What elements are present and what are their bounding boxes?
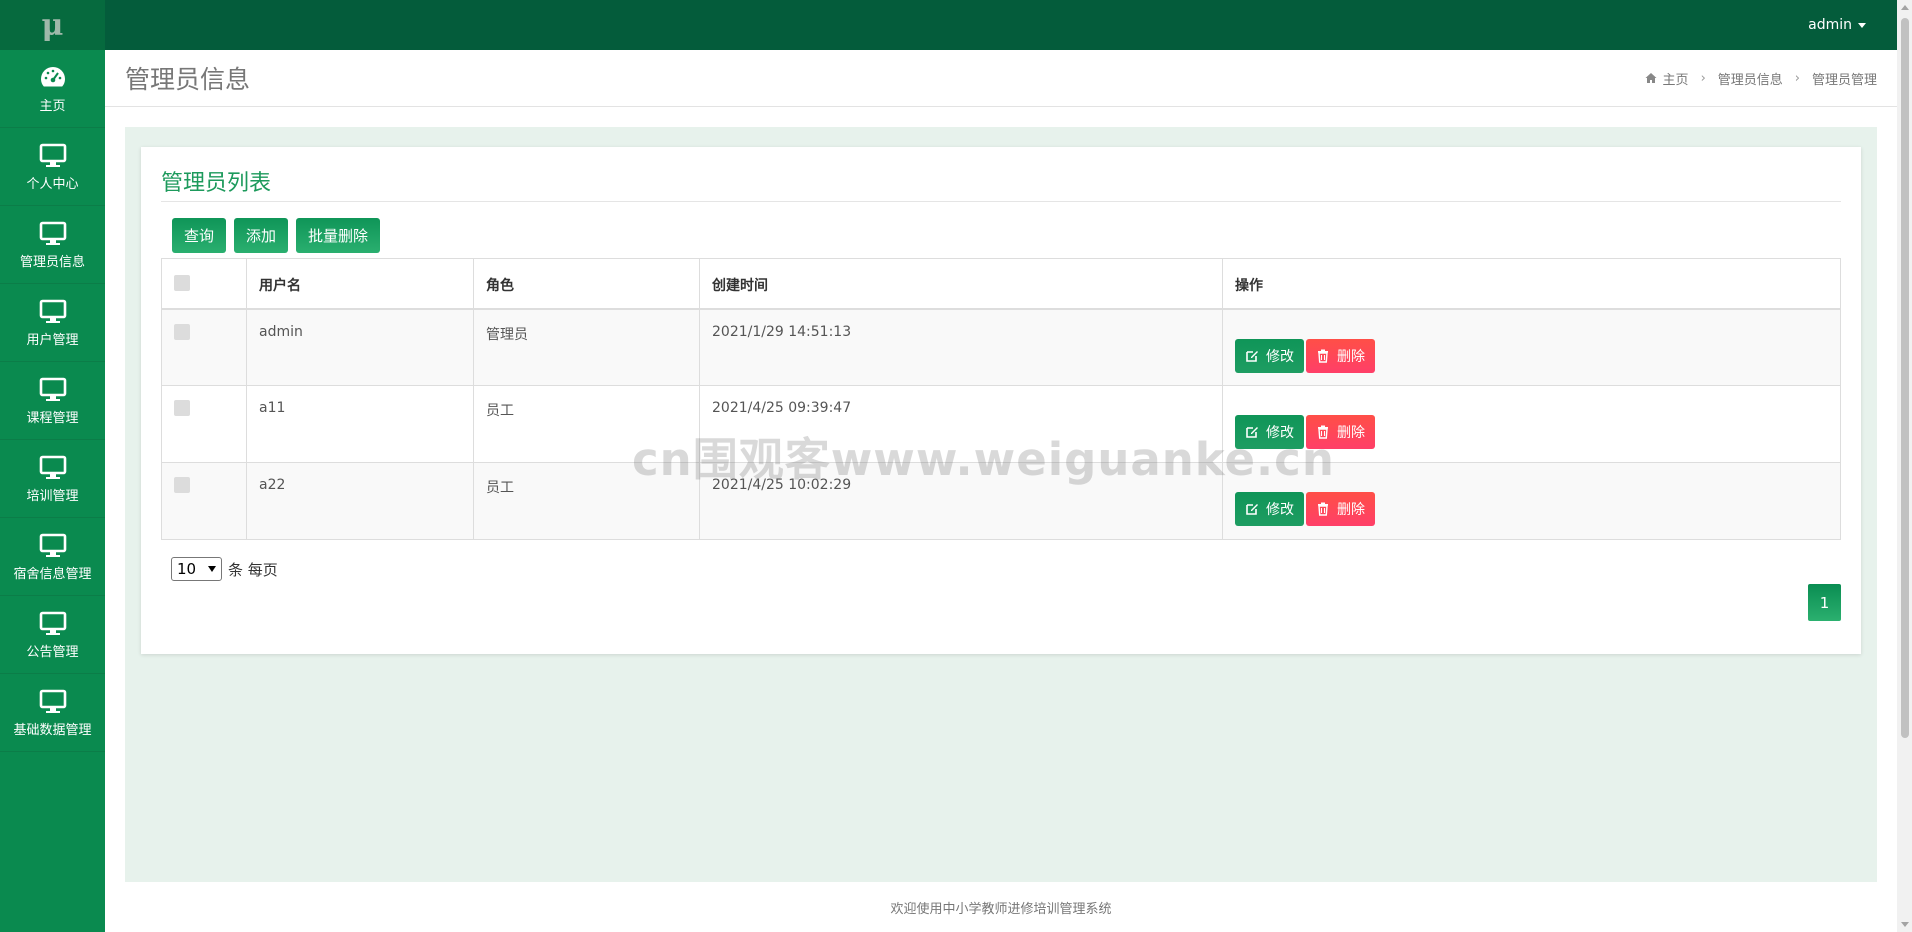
toolbar: 查询 添加 批量删除 xyxy=(172,218,381,253)
delete-label: 删除 xyxy=(1337,348,1365,365)
trash-icon xyxy=(1318,502,1328,516)
monitor-icon xyxy=(39,377,66,401)
page-size-value: 10 xyxy=(177,560,197,578)
delete-label: 删除 xyxy=(1337,502,1365,518)
footer: 欢迎使用中小学教师进修培训管理系统 xyxy=(105,882,1897,932)
sidebar-item-notices[interactable]: 公告管理 xyxy=(0,596,105,674)
admin-list-panel: 管理员列表 查询 添加 批量删除 用户名 角色 创建时间 操作 admin 管理… xyxy=(141,147,1861,654)
page-size-control: 10 条 每页 xyxy=(171,557,278,581)
monitor-icon xyxy=(39,455,66,479)
chevron-right-icon: › xyxy=(1794,70,1800,86)
select-all-checkbox[interactable] xyxy=(174,275,190,291)
row-select-cell xyxy=(161,462,247,540)
edit-button[interactable]: 修改 xyxy=(1235,492,1304,526)
sidebar-item-label: 课程管理 xyxy=(26,411,79,426)
chevron-down-icon xyxy=(208,566,216,572)
cell-role: 管理员 xyxy=(473,308,700,386)
cell-created: 2021/1/29 14:51:13 xyxy=(699,308,1223,386)
row-checkbox[interactable] xyxy=(174,400,190,416)
divider xyxy=(161,201,1841,202)
edit-icon xyxy=(1246,504,1258,515)
page-size-select[interactable]: 10 xyxy=(171,557,222,581)
sidebar-item-label: 宿舍信息管理 xyxy=(13,567,92,582)
sidebar-item-courses[interactable]: 课程管理 xyxy=(0,362,105,440)
scroll-down-icon[interactable] xyxy=(1901,922,1909,927)
monitor-icon xyxy=(39,533,66,557)
column-header-role[interactable]: 角色 xyxy=(473,258,700,310)
pagination-page-1[interactable]: 1 xyxy=(1808,584,1841,621)
user-name: admin xyxy=(1808,17,1852,33)
monitor-icon xyxy=(39,143,66,167)
cell-username: a11 xyxy=(246,385,474,463)
app-logo: μ xyxy=(0,0,105,50)
delete-label: 删除 xyxy=(1337,425,1365,441)
breadcrumb-item-admin-info[interactable]: 管理员信息 xyxy=(1718,69,1783,88)
monitor-icon xyxy=(39,221,66,245)
cell-username: admin xyxy=(246,308,474,386)
row-select-cell xyxy=(161,385,247,463)
delete-button[interactable]: 删除 xyxy=(1306,338,1375,373)
edit-icon xyxy=(1246,350,1258,362)
scrollbar-thumb[interactable] xyxy=(1901,18,1909,738)
column-header-created[interactable]: 创建时间 xyxy=(699,258,1223,310)
cell-actions: 修改 删除 xyxy=(1222,308,1841,386)
table-header-row: 用户名 角色 创建时间 操作 xyxy=(161,258,1841,310)
row-checkbox[interactable] xyxy=(174,477,190,493)
page-title: 管理员信息 xyxy=(125,65,251,94)
sidebar-item-label: 主页 xyxy=(39,99,66,114)
select-all-cell xyxy=(161,258,247,310)
monitor-icon xyxy=(39,689,66,713)
delete-button[interactable]: 删除 xyxy=(1306,492,1375,526)
sidebar-item-dormitory[interactable]: 宿舍信息管理 xyxy=(0,518,105,596)
column-header-username[interactable]: 用户名 xyxy=(246,258,474,310)
cell-username: a22 xyxy=(246,462,474,540)
sidebar-item-base-data[interactable]: 基础数据管理 xyxy=(0,674,105,752)
monitor-icon xyxy=(39,299,66,323)
admin-table: 用户名 角色 创建时间 操作 admin 管理员 2021/1/29 14:51… xyxy=(161,258,1841,540)
home-icon xyxy=(1645,73,1657,83)
page-header: 管理员信息 主页 › 管理员信息 › 管理员管理 xyxy=(105,50,1897,107)
breadcrumb: 主页 › 管理员信息 › 管理员管理 xyxy=(1645,69,1877,88)
column-header-actions: 操作 xyxy=(1222,258,1841,310)
top-navbar: admin xyxy=(105,0,1912,50)
sidebar: μ 主页 个人中心 管理员信息 用户管理 课程管理 培训管理 宿舍信息管理 公告… xyxy=(0,0,105,932)
query-button[interactable]: 查询 xyxy=(172,218,227,253)
scroll-up-icon[interactable] xyxy=(1901,5,1909,10)
sidebar-item-label: 培训管理 xyxy=(26,489,79,504)
sidebar-item-home[interactable]: 主页 xyxy=(0,50,105,128)
row-checkbox[interactable] xyxy=(174,323,190,340)
monitor-icon xyxy=(39,611,66,635)
page-size-suffix: 条 每页 xyxy=(228,560,278,579)
sidebar-item-label: 管理员信息 xyxy=(19,255,85,270)
sidebar-item-profile[interactable]: 个人中心 xyxy=(0,128,105,206)
sidebar-item-users[interactable]: 用户管理 xyxy=(0,284,105,362)
sidebar-item-label: 基础数据管理 xyxy=(13,723,92,738)
batch-delete-button[interactable]: 批量删除 xyxy=(296,218,381,253)
watermark: cn围观客www.weiguanke.cn xyxy=(632,433,1335,486)
panel-title: 管理员列表 xyxy=(161,171,272,196)
add-button[interactable]: 添加 xyxy=(234,218,289,253)
user-menu[interactable]: admin xyxy=(1808,17,1866,33)
dashboard-icon xyxy=(40,67,65,87)
chevron-right-icon: › xyxy=(1700,70,1706,86)
breadcrumb-item-admin-manage: 管理员管理 xyxy=(1811,72,1877,88)
row-select-cell xyxy=(161,308,247,386)
breadcrumb-item-home[interactable]: 主页 xyxy=(1663,69,1689,88)
sidebar-item-label: 用户管理 xyxy=(26,333,79,348)
edit-button[interactable]: 修改 xyxy=(1235,338,1304,373)
sidebar-item-admin-info[interactable]: 管理员信息 xyxy=(0,206,105,284)
trash-icon xyxy=(1318,349,1328,363)
edit-label: 修改 xyxy=(1266,348,1294,365)
caret-down-icon xyxy=(1858,22,1866,28)
sidebar-item-label: 公告管理 xyxy=(26,645,79,660)
sidebar-item-training[interactable]: 培训管理 xyxy=(0,440,105,518)
vertical-scrollbar[interactable] xyxy=(1897,0,1912,932)
sidebar-item-label: 个人中心 xyxy=(26,177,79,192)
table-row: admin 管理员 2021/1/29 14:51:13 修改 删除 xyxy=(161,308,1841,386)
edit-label: 修改 xyxy=(1266,502,1294,518)
